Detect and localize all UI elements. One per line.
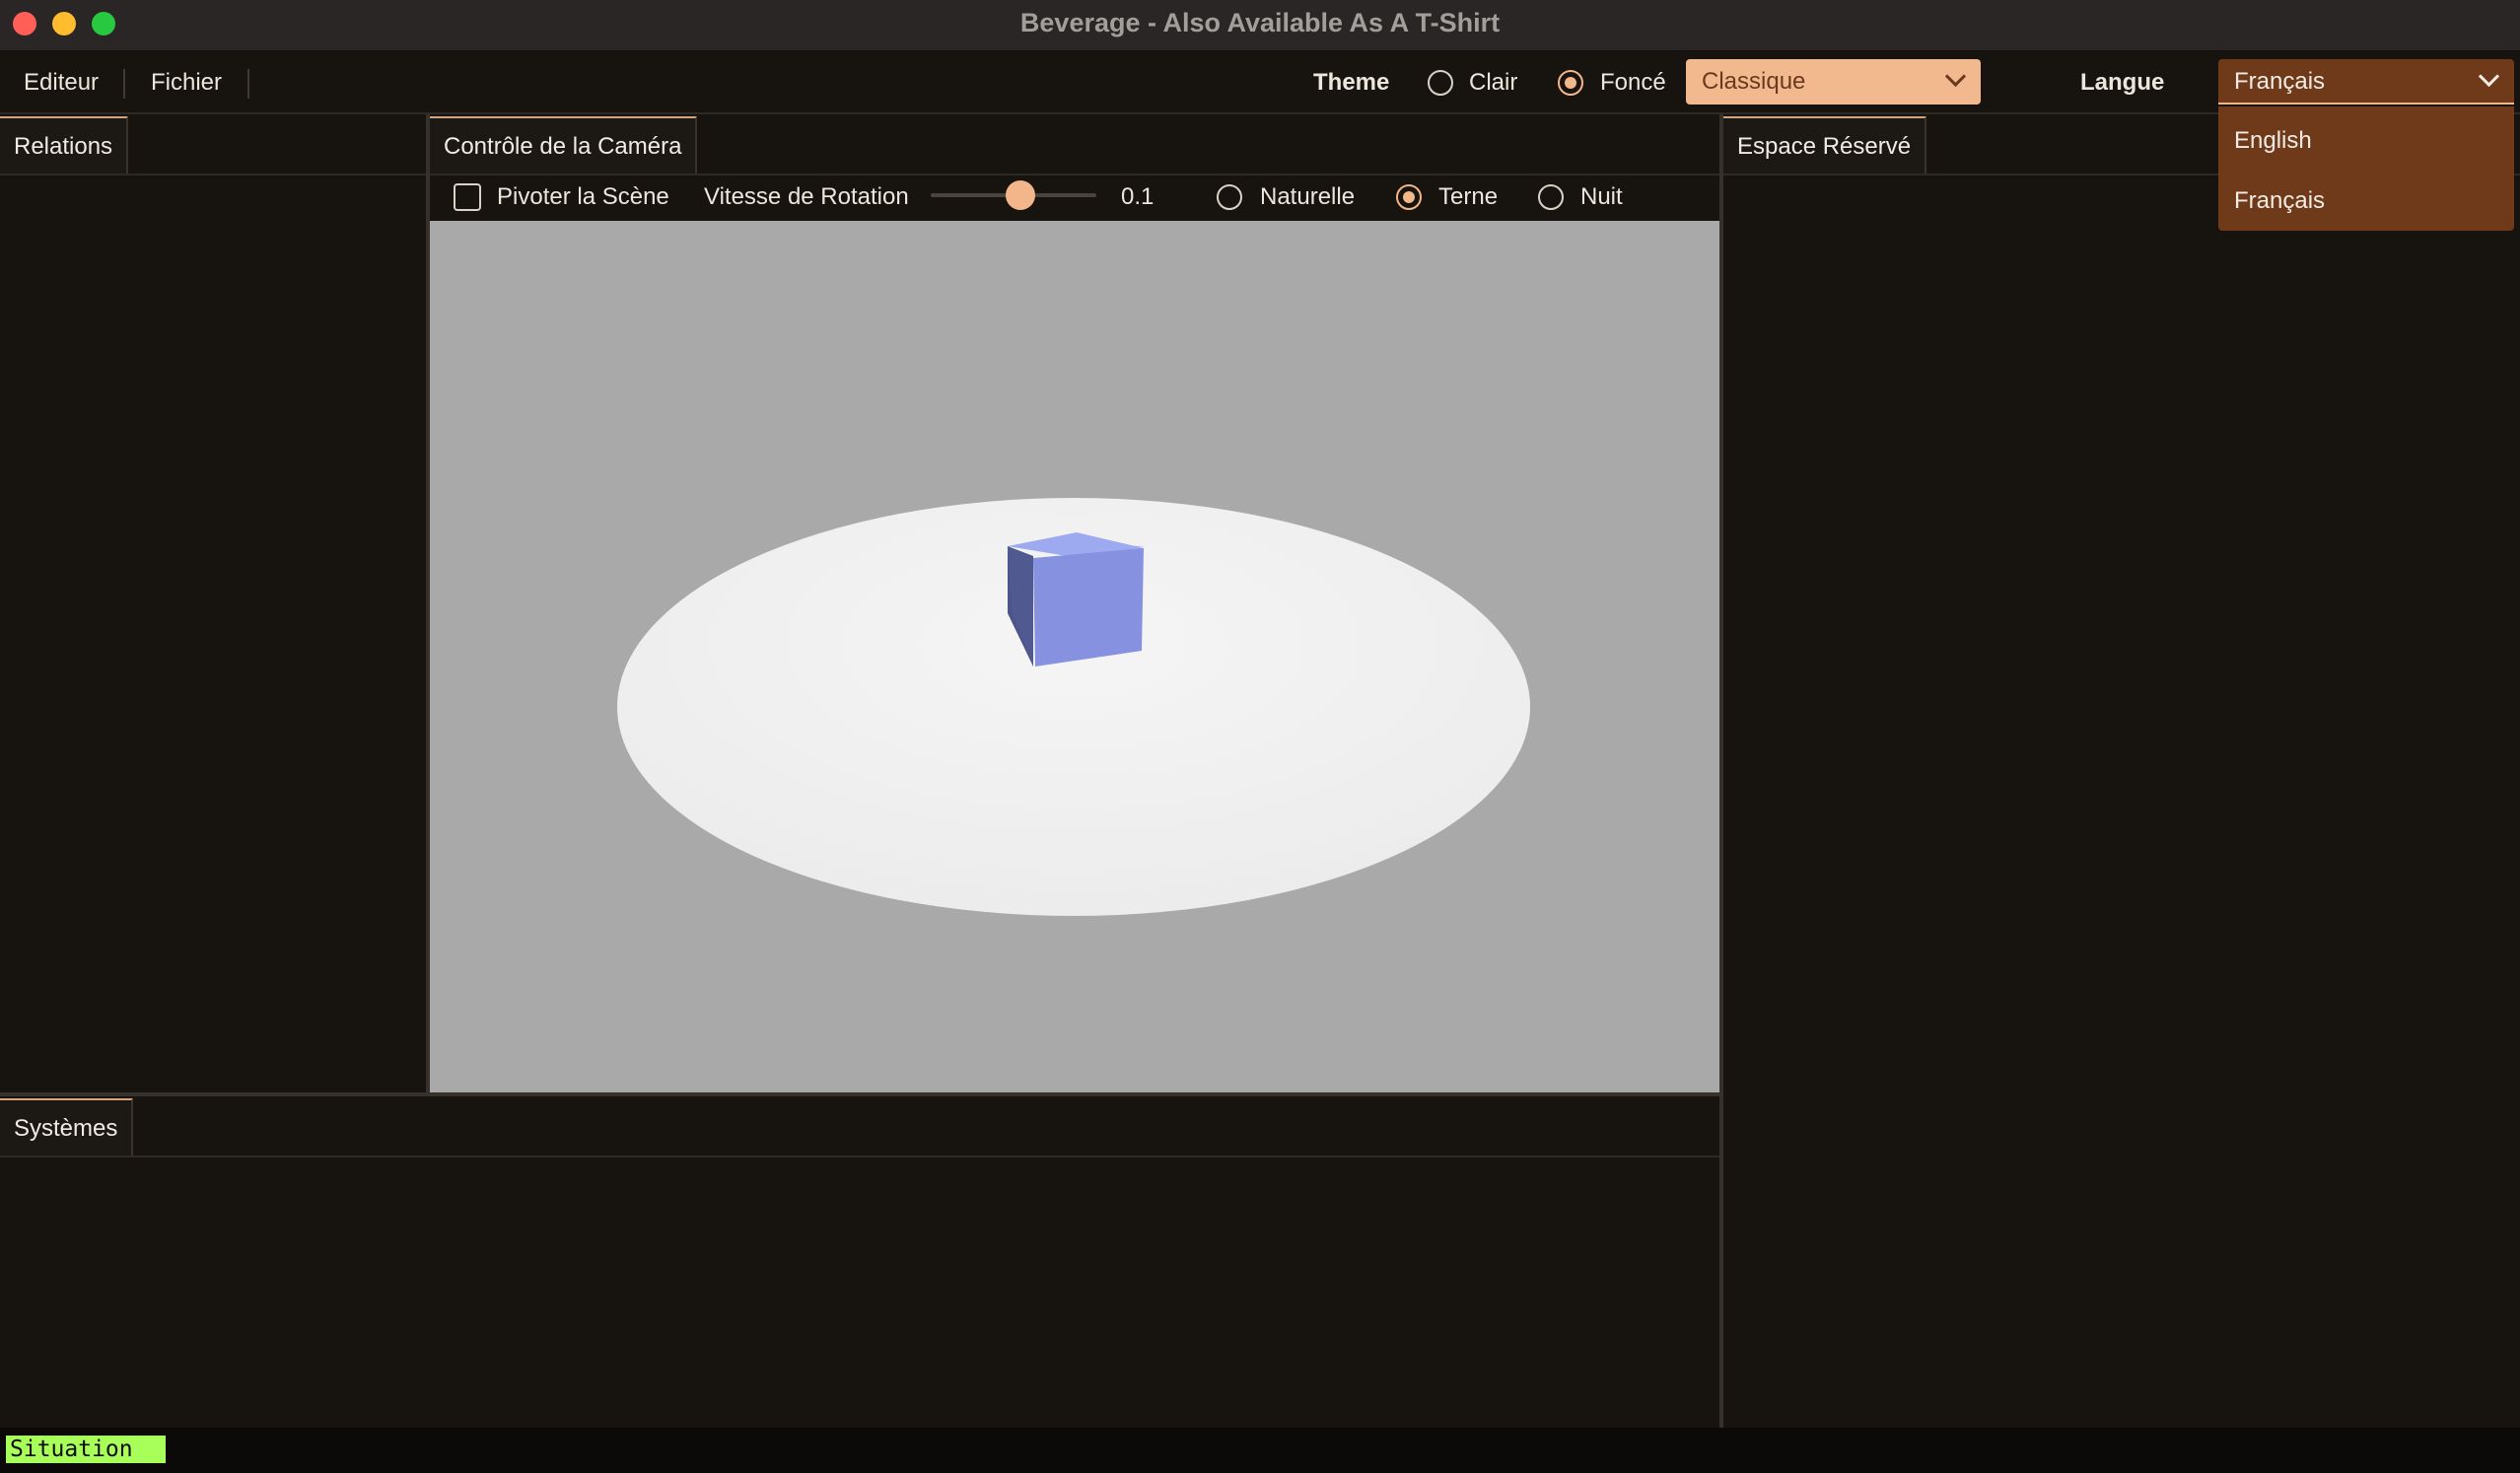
rotate-scene-checkbox[interactable] [454,183,481,211]
rotation-speed-slider-thumb[interactable] [1006,180,1035,210]
theme-preset-dropdown[interactable]: Classique [1686,59,1981,105]
lighting-nuit-label[interactable]: Nuit [1580,183,1623,211]
theme-clair-radio[interactable] [1428,70,1453,96]
rotation-speed-value: 0.1 [1121,183,1155,210]
chevron-down-icon [1944,65,1967,88]
systems-tabstrip [0,1096,1719,1157]
language-option-english[interactable]: English [2234,111,2312,171]
theme-fonce-radio[interactable] [1558,70,1583,96]
language-dropdown-menu: English Français [2218,106,2514,231]
chevron-down-icon [2478,65,2500,88]
rotate-scene-label[interactable]: Pivoter la Scène [497,183,669,211]
systems-panel: Systèmes [0,1096,1719,1428]
tab-systems[interactable]: Systèmes [0,1098,134,1156]
theme-fonce-label[interactable]: Foncé [1600,69,1666,97]
menu-separator [247,69,249,99]
tab-relations[interactable]: Relations [0,116,129,174]
tab-reserved-space[interactable]: Espace Réservé [1723,116,1927,174]
theme-clair-label[interactable]: Clair [1469,69,1517,97]
scene-render [617,498,1530,916]
language-selected-value: Français [2234,68,2326,95]
menu-fichier[interactable]: Fichier [151,51,222,114]
language-dropdown[interactable]: Français [2218,59,2514,105]
relations-panel: Relations [0,114,426,1092]
lighting-naturelle-radio[interactable] [1217,184,1242,210]
lighting-terne-radio[interactable] [1396,184,1422,210]
lighting-nuit-radio[interactable] [1538,184,1564,210]
rotation-speed-label: Vitesse de Rotation [704,183,909,210]
menu-editeur[interactable]: Editeur [24,51,99,114]
lighting-naturelle-label[interactable]: Naturelle [1260,183,1355,211]
language-option-francais[interactable]: Français [2234,172,2325,231]
menu-separator [123,69,125,99]
theme-label: Theme [1313,69,1390,96]
language-label: Langue [2080,69,2165,96]
status-label: Situation [6,1436,166,1463]
window-title: Beverage - Also Available As A T-Shirt [1019,8,1501,37]
reserved-space-panel: Espace Réservé [1723,114,2520,1428]
lighting-terne-label[interactable]: Terne [1438,183,1498,211]
3d-viewport[interactable] [430,221,1719,1094]
status-bar [0,1428,2520,1473]
tab-camera-control[interactable]: Contrôle de la Caméra [430,116,698,174]
theme-preset-value: Classique [1702,68,1806,95]
